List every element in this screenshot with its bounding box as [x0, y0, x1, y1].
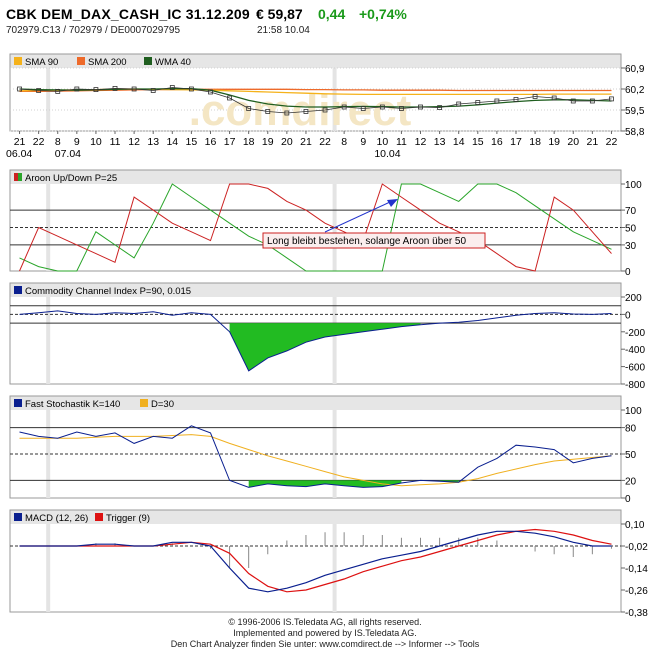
- y-tick-label: -600: [625, 363, 645, 374]
- x-tick-label: 22: [606, 136, 618, 148]
- x-tick-label: 13: [147, 136, 159, 148]
- legend-label-aroon: Aroon Up/Down P=25: [25, 173, 117, 184]
- y-tick-label: 0: [625, 494, 631, 505]
- x-tick-label: 15: [186, 136, 198, 148]
- date-label: 10.04: [374, 148, 400, 160]
- cci-oversold-fill: [229, 323, 421, 371]
- x-tick-label: 13: [434, 136, 446, 148]
- panel-4-frame: [9, 509, 622, 613]
- y-tick-label: 100: [625, 180, 642, 191]
- x-tick-label: 11: [110, 136, 121, 148]
- x-tick-label: 9: [360, 136, 366, 148]
- series-macd-line: [19, 530, 612, 593]
- x-tick-label: 10: [376, 136, 388, 148]
- y-tick-label: 50: [625, 224, 637, 235]
- x-tick-label: 17: [224, 136, 236, 148]
- x-tick-label: 20: [281, 136, 293, 148]
- y-tick-label: -0,02: [625, 542, 648, 553]
- x-tick-label: 22: [319, 136, 331, 148]
- legend-label-stoch-d: D=30: [151, 399, 174, 410]
- x-tick-label: 16: [491, 136, 503, 148]
- series-trigger-line: [19, 528, 612, 593]
- session-separator: [46, 68, 51, 131]
- copyright-line: © 1996-2006 IS.Teledata AG, all rights r…: [228, 617, 422, 627]
- session-separator: [46, 524, 51, 612]
- x-tick-label: 12: [415, 136, 427, 148]
- legend-swatch-cci: [14, 286, 22, 294]
- y-tick-label: 30: [625, 241, 637, 252]
- y-tick-label: -0,14: [625, 564, 648, 575]
- y-tick-label: 60,2: [625, 85, 645, 96]
- y-tick-label: 200: [625, 293, 642, 304]
- x-tick-label: 22: [33, 136, 45, 148]
- y-tick-label: 0: [625, 267, 631, 278]
- x-tick-label: 19: [262, 136, 274, 148]
- series-stoch-k-line: [19, 425, 612, 488]
- legend-label-macd: MACD (12, 26): [25, 513, 88, 524]
- legend-swatch-stoch-d: [140, 399, 148, 407]
- x-tick-label: 16: [205, 136, 217, 148]
- x-tick-label: 20: [567, 136, 579, 148]
- stoch-extreme-fill: [191, 425, 459, 488]
- series-cci-line: [19, 310, 612, 372]
- y-tick-label: -0,26: [625, 586, 648, 597]
- x-tick-label: 8: [55, 136, 61, 148]
- y-tick-label: 58,8: [625, 127, 645, 138]
- legend-swatch-macd: [14, 513, 22, 521]
- implemented-line: Implemented and powered by IS.Teledata A…: [233, 628, 417, 638]
- x-tick-label: 17: [510, 136, 522, 148]
- legend-label-sma200: SMA 200: [88, 57, 127, 68]
- y-tick-label: -400: [625, 345, 645, 356]
- x-tick-label: 14: [166, 136, 178, 148]
- x-tick-label: 11: [396, 136, 407, 148]
- x-tick-label: 8: [341, 136, 347, 148]
- legend-swatch-wma40: [144, 57, 152, 65]
- x-tick-label: 12: [128, 136, 140, 148]
- x-tick-label: 15: [472, 136, 484, 148]
- date-label: 06.04: [6, 148, 32, 160]
- y-tick-label: 80: [625, 424, 637, 435]
- legend-swatch-stoch-k: [14, 399, 22, 407]
- y-tick-label: 0,10: [625, 520, 645, 531]
- y-tick-label: 100: [625, 406, 642, 417]
- session-separator: [46, 297, 51, 384]
- legend-label-trigger: Trigger (9): [106, 513, 150, 524]
- y-tick-label: 60,9: [625, 64, 645, 75]
- session-separator: [332, 297, 337, 384]
- x-tick-label: 21: [300, 136, 312, 148]
- y-tick-label: 70: [625, 206, 637, 217]
- legend-label-wma40: WMA 40: [155, 57, 191, 68]
- legend-swatch-aroon-down: [14, 173, 18, 181]
- legend-label-stoch-k: Fast Stochastik K=140: [25, 399, 120, 410]
- x-tick-label: 18: [243, 136, 255, 148]
- legend-swatch-trigger: [95, 513, 103, 521]
- x-tick-label: 10: [90, 136, 102, 148]
- x-tick-label: 14: [453, 136, 465, 148]
- y-tick-label: 0: [625, 310, 631, 321]
- y-tick-label: 59,5: [625, 106, 645, 117]
- annotation-text: Long bleibt bestehen, solange Aroon über…: [267, 236, 466, 247]
- y-tick-label: -200: [625, 328, 645, 339]
- legend-label-sma90: SMA 90: [25, 57, 58, 68]
- x-tick-label: 18: [529, 136, 541, 148]
- chart-analyzer-line: Den Chart Analyzer finden Sie unter: www…: [170, 639, 480, 649]
- y-tick-label: 50: [625, 450, 637, 461]
- legend-label-cci: Commodity Channel Index P=90, 0.015: [25, 286, 191, 297]
- legend-swatch-sma90: [14, 57, 22, 65]
- date-label: 07.04: [55, 148, 81, 160]
- x-tick-label: 19: [548, 136, 560, 148]
- chart-canvas: SMA 90 SMA 200 WMA 40.comdirect60,960,259,…: [6, 53, 648, 619]
- session-separator: [332, 524, 337, 612]
- y-tick-label: -800: [625, 380, 645, 391]
- x-tick-label: 21: [14, 136, 26, 148]
- x-tick-label: 9: [74, 136, 80, 148]
- y-tick-label: 20: [625, 476, 637, 487]
- x-tick-label: 21: [587, 136, 599, 148]
- legend-swatch-sma200: [77, 57, 85, 65]
- series-stoch-d-line: [19, 434, 612, 487]
